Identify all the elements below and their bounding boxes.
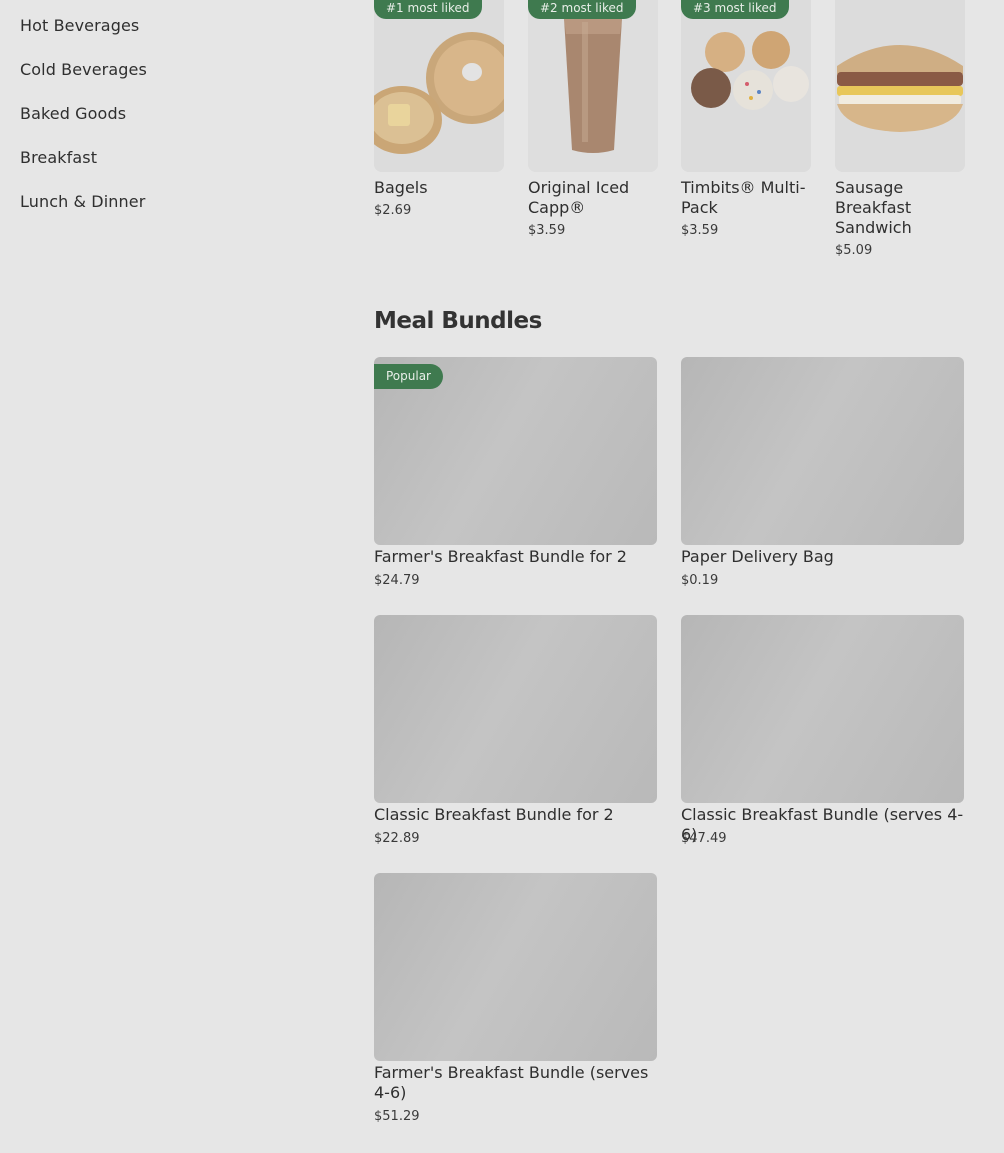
product-price: $2.69 [374,203,412,218]
product-name: Sausage Breakfast Sandwich [835,178,912,237]
bundle-image-placeholder [681,357,964,545]
product-name: Timbits® Multi-Pack [681,178,806,217]
product-name: Original Iced Capp® [528,178,630,217]
product-price: $3.59 [528,223,566,238]
sidebar-item-cold-beverages[interactable]: Cold Beverages [20,60,147,79]
most-liked-badge: #1 most liked [374,0,482,19]
bundle-image-placeholder [374,615,657,803]
bundle-name: Classic Breakfast Bundle for 2 [374,805,614,824]
menu-page: Hot Beverages Cold Beverages Baked Goods… [0,0,1004,1153]
popular-badge: Popular [374,364,443,389]
bundle-image-placeholder [374,873,657,1061]
timbits-image [681,0,811,172]
bundle-price: $51.29 [374,1109,420,1124]
most-liked-badge: #2 most liked [528,0,636,19]
product-price: $5.09 [835,243,873,258]
iced-capp-image [528,0,658,172]
bundle-price: $47.49 [681,831,727,846]
sidebar-item-lunch-dinner[interactable]: Lunch & Dinner [20,192,145,211]
sidebar-item-baked-goods[interactable]: Baked Goods [20,104,126,123]
section-title-meal-bundles: Meal Bundles [374,308,542,334]
bundle-name: Farmer's Breakfast Bundle (serves 4-6) [374,1063,649,1102]
bagels-image [374,0,504,172]
sidebar-item-breakfast[interactable]: Breakfast [20,148,97,167]
bundle-name: Farmer's Breakfast Bundle for 2 [374,547,627,566]
bundle-image-placeholder [681,615,964,803]
product-name: Bagels [374,178,428,197]
bundle-price: $22.89 [374,831,420,846]
most-liked-badge: #3 most liked [681,0,789,19]
bundle-price: $0.19 [681,573,719,588]
bundle-price: $24.79 [374,573,420,588]
sausage-sandwich-image [835,0,965,172]
sidebar-item-hot-beverages[interactable]: Hot Beverages [20,16,139,35]
product-price: $3.59 [681,223,719,238]
bundle-name: Paper Delivery Bag [681,547,834,566]
